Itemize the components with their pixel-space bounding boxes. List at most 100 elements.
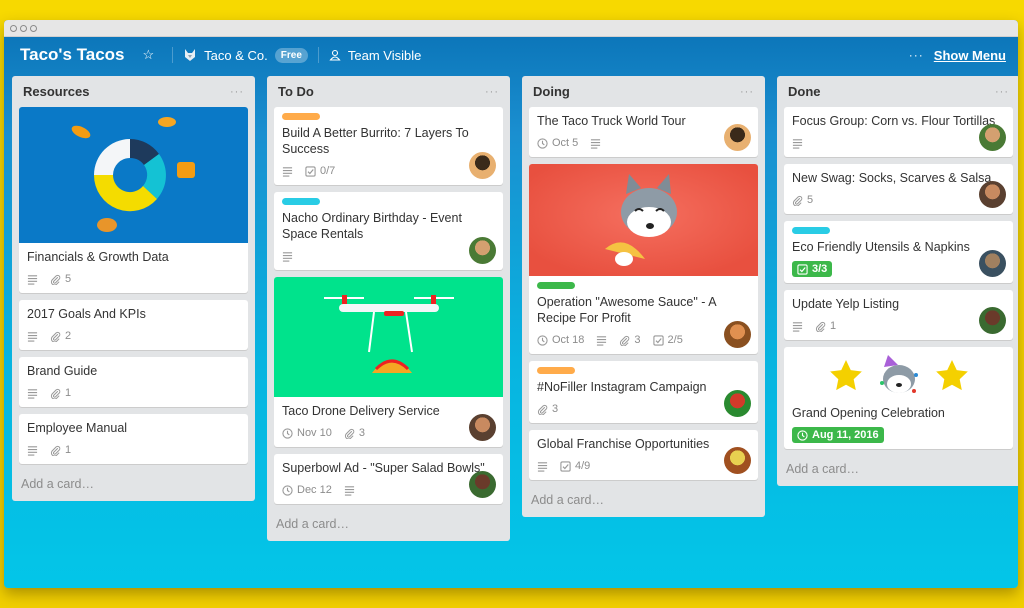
due-date-badge: Oct 5 (537, 137, 578, 149)
card-badges: 2 (27, 328, 240, 344)
card-body: Update Yelp Listing 1 (784, 290, 1013, 340)
card-title: Financials & Growth Data (27, 250, 169, 264)
attachments-badge: 5 (50, 273, 71, 285)
card-body: Focus Group: Corn vs. Flour Tortillas (784, 107, 1013, 157)
card-cover-image (529, 164, 758, 276)
description-icon (344, 485, 355, 496)
card[interactable]: 2017 Goals And KPIs 2 (19, 300, 248, 350)
member-avatar[interactable] (469, 237, 496, 264)
description-icon (792, 138, 803, 149)
star-icon[interactable]: ☆ (143, 47, 155, 63)
plan-badge: Free (274, 47, 308, 63)
card-badges: Oct 18 3 2/5 (537, 332, 750, 348)
list-title[interactable]: Resources (23, 84, 89, 99)
card-label[interactable] (792, 227, 830, 234)
attachment-count: 3 (634, 334, 641, 346)
add-card-button[interactable]: Add a card… (19, 471, 248, 495)
card-label[interactable] (537, 367, 575, 374)
card[interactable]: New Swag: Socks, Scarves & Salsa 5 (784, 164, 1013, 214)
checklist-count: 3/3 (812, 263, 828, 275)
party-husky-sticker-icon (879, 355, 918, 393)
card[interactable]: Brand Guide 1 (19, 357, 248, 407)
list-menu-icon[interactable]: ··· (740, 86, 754, 98)
due-date: Nov 10 (297, 427, 332, 439)
card[interactable]: Operation "Awesome Sauce" - A Recipe For… (529, 164, 758, 354)
list-title[interactable]: Done (788, 84, 821, 99)
description-icon (27, 331, 38, 342)
header-divider (317, 47, 319, 63)
list-title[interactable]: To Do (278, 84, 314, 99)
list-menu-icon[interactable]: ··· (485, 86, 499, 98)
card-title: Grand Opening Celebration (792, 406, 945, 420)
member-avatar[interactable] (724, 390, 751, 417)
description-icon (537, 461, 548, 472)
member-avatar[interactable] (724, 321, 751, 348)
card[interactable]: Focus Group: Corn vs. Flour Tortillas (784, 107, 1013, 157)
card-label[interactable] (282, 113, 320, 120)
card[interactable]: Grand Opening Celebration Aug 11, 2016 (784, 347, 1013, 449)
card-label[interactable] (537, 282, 575, 289)
add-card-button[interactable]: Add a card… (529, 487, 758, 511)
board-title[interactable]: Taco's Tacos (20, 45, 125, 65)
minimize-window-button[interactable] (20, 24, 27, 32)
member-avatar[interactable] (724, 124, 751, 151)
member-avatar[interactable] (724, 447, 751, 474)
list-header: Done ··· (784, 76, 1013, 107)
list-menu-icon[interactable]: ··· (230, 86, 244, 98)
card[interactable]: Build A Better Burrito: 7 Layers To Succ… (274, 107, 503, 185)
card[interactable]: Employee Manual 1 (19, 414, 248, 464)
card[interactable]: #NoFiller Instagram Campaign 3 (529, 361, 758, 423)
due-date: Oct 5 (552, 137, 579, 149)
add-card-button[interactable]: Add a card… (274, 511, 503, 535)
due-date-badge: Dec 12 (282, 484, 332, 496)
list-header: Resources ··· (19, 76, 248, 107)
description-icon (27, 445, 38, 456)
attachments-badge: 1 (50, 387, 71, 399)
zoom-window-button[interactable] (30, 24, 37, 32)
card[interactable]: The Taco Truck World Tour Oct 5 (529, 107, 758, 157)
member-avatar[interactable] (979, 307, 1006, 334)
card[interactable]: Financials & Growth Data 5 (19, 107, 248, 293)
member-avatar[interactable] (979, 181, 1006, 208)
card-badges: Dec 12 (282, 482, 495, 498)
card-badges: Aug 11, 2016 (792, 427, 1005, 443)
attachment-count: 1 (830, 320, 837, 332)
checklist-count: 4/9 (575, 460, 591, 472)
member-avatar[interactable] (469, 471, 496, 498)
card-title: Superbowl Ad - "Super Salad Bowls" (282, 461, 485, 475)
card[interactable]: Superbowl Ad - "Super Salad Bowls" Dec 12 (274, 454, 503, 504)
due-date-badge: Nov 10 (282, 427, 332, 439)
husky-team-icon (185, 49, 196, 61)
card-badges: 1 (27, 442, 240, 458)
close-window-button[interactable] (10, 24, 17, 32)
card-label[interactable] (282, 198, 320, 205)
visibility-button[interactable]: Team Visible (329, 48, 421, 63)
due-date: Aug 11, 2016 (812, 429, 879, 441)
card-body: Brand Guide 1 (19, 357, 248, 407)
member-avatar[interactable] (469, 414, 496, 441)
attachments-badge: 3 (619, 334, 641, 346)
card-title: Operation "Awesome Sauce" - A Recipe For… (537, 295, 716, 325)
more-icon[interactable]: ··· (909, 48, 924, 62)
checklist-complete-badge: 3/3 (792, 261, 833, 277)
list-title[interactable]: Doing (533, 84, 570, 99)
add-card-button[interactable]: Add a card… (784, 456, 1013, 480)
card-body: Nacho Ordinary Birthday - Event Space Re… (274, 192, 503, 270)
due-date: Oct 18 (552, 334, 585, 346)
list-header: Doing ··· (529, 76, 758, 107)
card[interactable]: Nacho Ordinary Birthday - Event Space Re… (274, 192, 503, 270)
member-avatar[interactable] (979, 250, 1006, 277)
card[interactable]: Eco Friendly Utensils & Napkins 3/3 (784, 221, 1013, 283)
show-menu-link[interactable]: Show Menu (934, 48, 1006, 63)
card[interactable]: Taco Drone Delivery Service Nov 10 3 (274, 277, 503, 447)
list-resources: Resources ··· Financials & Growth Data 5 2… (12, 76, 255, 501)
card[interactable]: Update Yelp Listing 1 (784, 290, 1013, 340)
description-icon (282, 166, 293, 177)
member-avatar[interactable] (469, 152, 496, 179)
member-avatar[interactable] (979, 124, 1006, 151)
list-done: Done ··· Focus Group: Corn vs. Flour Tor… (777, 76, 1018, 486)
list-menu-icon[interactable]: ··· (995, 86, 1009, 98)
team-button[interactable]: Taco & Co. Free (183, 47, 308, 63)
card-title: New Swag: Socks, Scarves & Salsa (792, 171, 992, 185)
card[interactable]: Global Franchise Opportunities 4/9 (529, 430, 758, 480)
